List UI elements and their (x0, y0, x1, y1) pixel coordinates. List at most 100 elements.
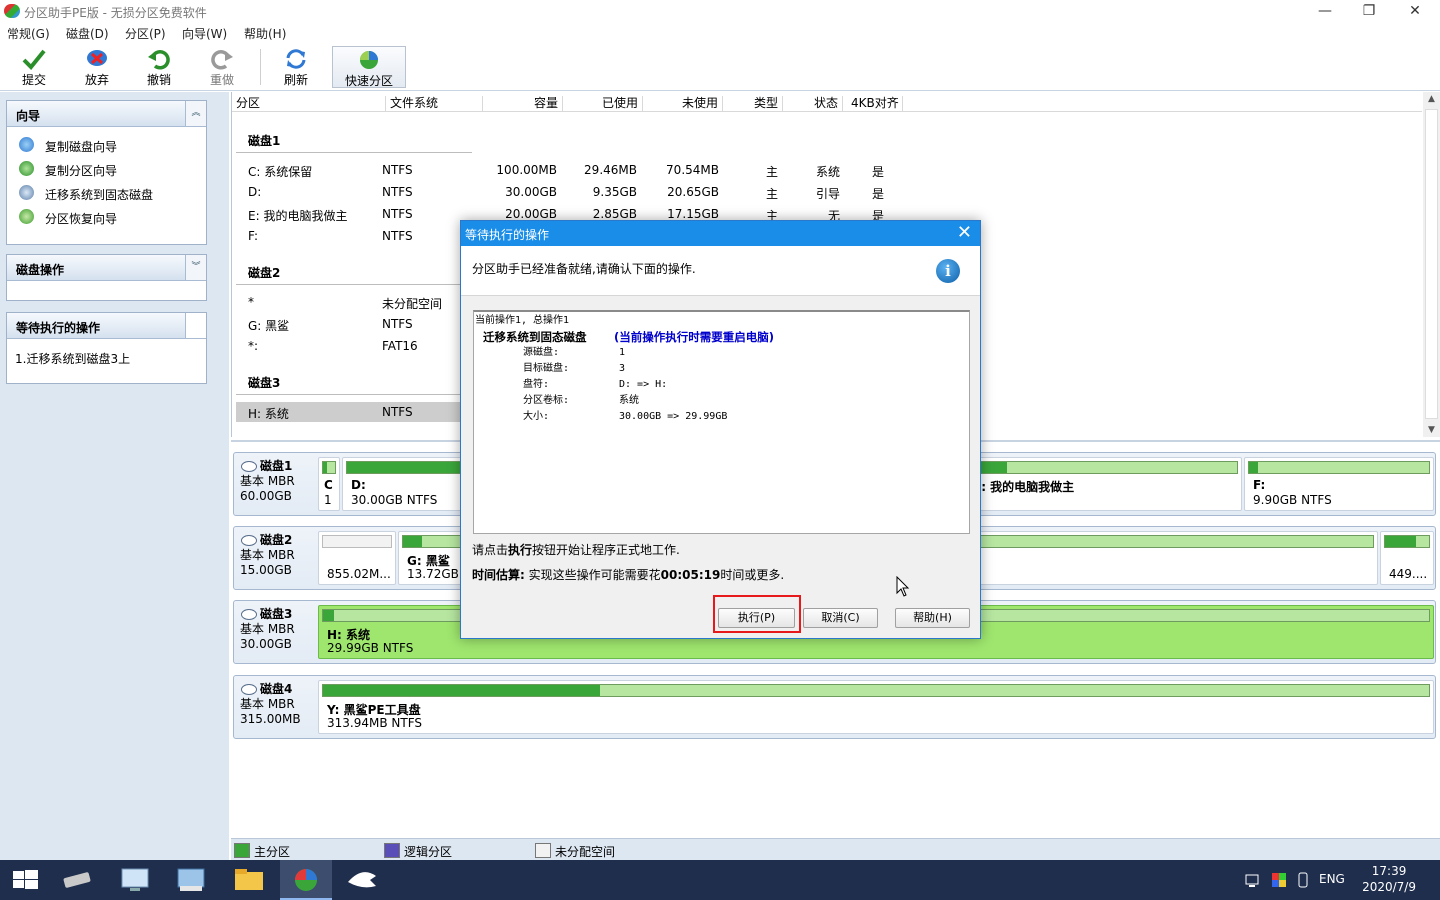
disk-size: 315.00MB (240, 712, 301, 726)
partition-cell: 引导 (815, 187, 840, 201)
disk-label: 磁盘3 基本 MBR 30.00GB (240, 607, 316, 652)
partition-block[interactable]: F: 9.90GB NTFS (1244, 457, 1434, 511)
vertical-scrollbar[interactable]: ▲ ▼ (1423, 92, 1440, 437)
scroll-down-icon[interactable]: ▼ (1423, 425, 1440, 435)
wizard-item-copy-partition[interactable]: 复制分区向导 (7, 157, 206, 181)
log-line-current: 当前操作1, 总操作1 (475, 315, 570, 326)
partition-block-detail: 29.99GB NTFS (327, 641, 414, 655)
usage-bar (1248, 461, 1430, 474)
tray-clock[interactable]: 17:39 2020/7/9 (1362, 863, 1416, 895)
menu-general[interactable]: 常规(G) (7, 25, 50, 42)
menu-wizard[interactable]: 向导(W) (182, 25, 227, 42)
discard-button[interactable]: 放弃 (67, 46, 127, 88)
log-field-key: 源磁盘: (523, 347, 560, 358)
partition-block[interactable]: Y: 黑鲨PE工具盘 313.94MB NTFS (318, 680, 1434, 734)
legend: 主分区 逻辑分区 未分配空间 (231, 838, 1440, 860)
wizard-item-partition-recovery[interactable]: 分区恢复向导 (7, 205, 206, 229)
usb-tray-icon[interactable] (1297, 872, 1309, 888)
taskbar-blackshark-app[interactable] (336, 860, 388, 900)
dialog-banner-text: 分区助手已经准备就绪,请确认下面的操作. (472, 262, 696, 276)
wizard-section: 向导 ︽ 复制磁盘向导 复制分区向导 迁移系统到固态磁盘 分区恢复向导 (6, 100, 207, 245)
col-used[interactable]: 已使用 (563, 96, 643, 112)
col-type[interactable]: 类型 (723, 96, 783, 112)
refresh-label: 刷新 (283, 73, 308, 87)
wizard-item-migrate-os[interactable]: 迁移系统到固态磁盘 (7, 181, 206, 205)
network-icon (177, 868, 205, 891)
quick-partition-button[interactable]: 快速分区 (332, 46, 406, 88)
network-tray-icon[interactable] (1245, 872, 1261, 888)
collapse-icon[interactable] (185, 313, 206, 338)
partition-block-label: F: (1253, 478, 1266, 492)
partition-block-detail: 855.02M... (327, 567, 391, 581)
start-button[interactable] (0, 860, 52, 900)
partition-block-label: C (324, 478, 333, 492)
partition-block[interactable]: 449.... (1380, 531, 1434, 585)
refresh-button[interactable]: 刷新 (266, 46, 326, 88)
scroll-up-icon[interactable]: ▲ (1423, 94, 1440, 104)
execute-button[interactable]: 执行(P) (718, 608, 795, 628)
help-button[interactable]: 帮助(H) (895, 608, 970, 628)
close-button[interactable]: ✕ (1392, 0, 1438, 23)
col-unused[interactable]: 未使用 (643, 96, 723, 112)
wizard-item-copy-disk[interactable]: 复制磁盘向导 (7, 133, 206, 157)
partition-cell: 30.00GB (505, 185, 557, 199)
windows-icon (13, 870, 38, 889)
taskbar-drive-app[interactable] (52, 860, 104, 900)
dialog-title-bar[interactable]: 等待执行的操作 ✕ (461, 221, 980, 246)
restore-button[interactable]: ❐ (1346, 0, 1392, 23)
dialog-title: 等待执行的操作 (465, 228, 550, 242)
col-capacity[interactable]: 容量 (483, 96, 563, 112)
wizard-title: 向导 (16, 109, 41, 123)
partition-block[interactable]: 855.02M... (318, 531, 396, 585)
menu-disk[interactable]: 磁盘(D) (66, 25, 109, 42)
commit-button[interactable]: 提交 (4, 46, 64, 88)
disk-type: 基本 MBR (240, 697, 295, 711)
undo-button[interactable]: 撤销 (129, 46, 189, 88)
usage-bar (1384, 535, 1430, 548)
taskbar-network-app[interactable] (166, 860, 218, 900)
cancel-button[interactable]: 取消(C) (803, 608, 878, 628)
usage-fill (1249, 462, 1258, 473)
pending-item[interactable]: 1.迁移系统到磁盘3上 (15, 350, 130, 367)
taskbar-partition-assistant[interactable] (280, 860, 332, 900)
group-divider (236, 284, 472, 285)
disk-row[interactable]: 磁盘4 基本 MBR 315.00MB Y: 黑鲨PE工具盘 313.94MB NTFS (233, 675, 1436, 739)
col-filesystem[interactable]: 文件系统 (386, 96, 483, 112)
partition-cell: 是 (872, 187, 885, 201)
disk-ops-header[interactable]: 磁盘操作 ︾ (7, 255, 206, 281)
partition-cell: 20.00GB (505, 207, 557, 221)
redo-button[interactable]: 重做 (192, 46, 252, 88)
scroll-thumb[interactable] (1425, 109, 1438, 419)
left-panel: 向导 ︽ 复制磁盘向导 复制分区向导 迁移系统到固态磁盘 分区恢复向导 磁盘操作… (0, 92, 229, 860)
log-op-title: 迁移系统到固态磁盘 (483, 330, 587, 344)
partition-block[interactable]: E: 我的电脑我做主 (964, 457, 1242, 511)
partition-row[interactable]: H: 系统 NTFS (236, 402, 469, 422)
folder-icon (235, 869, 263, 890)
color-tray-icon[interactable] (1271, 872, 1287, 888)
minimize-button[interactable]: — (1302, 0, 1348, 23)
hint-pre: 请点击 (472, 543, 509, 557)
disk-size: 60.00GB (240, 489, 292, 503)
partition-block-label: D: (351, 478, 366, 492)
col-status[interactable]: 状态 (783, 96, 843, 112)
partition-row[interactable]: D: NTFS 30.00GB 9.35GB 20.65GB 主 引导 是 (236, 182, 1416, 202)
collapse-down-icon[interactable]: ︾ (185, 255, 206, 280)
commit-label: 提交 (21, 73, 46, 87)
log-field-value: 1 (619, 347, 626, 358)
taskbar-explorer-app[interactable] (223, 860, 275, 900)
wizard-header[interactable]: 向导 ︽ (7, 101, 206, 127)
partition-row[interactable]: C: 系统保留 NTFS 100.00MB 29.46MB 70.54MB 主 系统 是 (236, 160, 1416, 180)
usage-fill (323, 610, 335, 621)
menu-partition[interactable]: 分区(P) (125, 25, 166, 42)
dialog-close-icon[interactable]: ✕ (957, 222, 972, 243)
log-field-key: 盘符: (523, 379, 550, 390)
pending-header[interactable]: 等待执行的操作 (7, 313, 206, 339)
disk-label: 磁盘4 基本 MBR 315.00MB (240, 682, 316, 727)
menu-help[interactable]: 帮助(H) (244, 25, 286, 42)
col-partition[interactable]: 分区 (232, 96, 386, 112)
collapse-up-icon[interactable]: ︽ (185, 101, 206, 126)
input-language[interactable]: ENG (1319, 872, 1345, 886)
partition-block[interactable]: C1 (318, 457, 340, 511)
col-4kb-align[interactable]: 4KB对齐 (843, 96, 903, 112)
taskbar-computer-app[interactable] (110, 860, 162, 900)
